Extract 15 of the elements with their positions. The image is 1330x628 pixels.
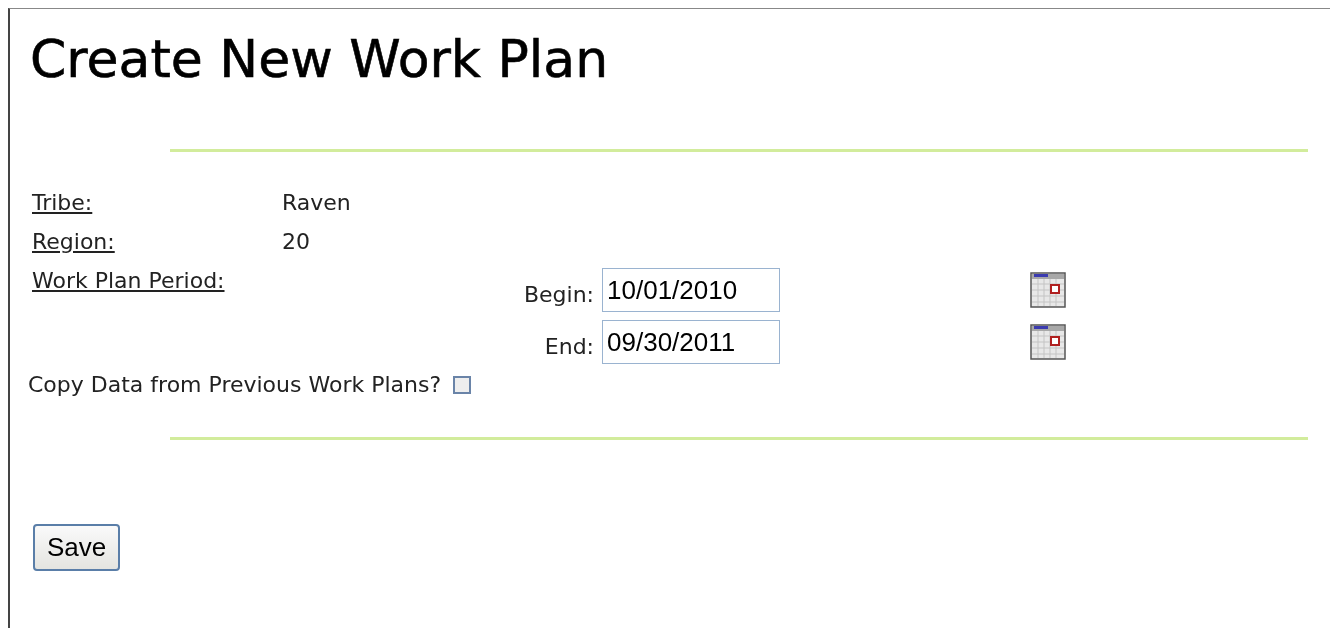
field-label: Work Plan Period: xyxy=(32,268,226,293)
copy-data-label: Copy Data from Previous Work Plans? xyxy=(28,372,442,397)
begin-label: Begin: xyxy=(523,280,595,307)
page-title: Create New Work Plan xyxy=(30,29,610,89)
field-label: Region: xyxy=(32,229,116,254)
field-label: Tribe: xyxy=(32,190,94,215)
calendar-icon[interactable] xyxy=(1030,324,1066,360)
end-date-field[interactable]: 09/30/2011 xyxy=(602,320,781,364)
save-button[interactable]: Save xyxy=(33,524,121,571)
copy-data-checkbox[interactable] xyxy=(453,375,472,394)
begin-date-field[interactable]: 10/01/2010 xyxy=(602,268,781,312)
field-value: Raven xyxy=(282,190,352,215)
calendar-icon[interactable] xyxy=(1030,272,1066,308)
end-label: End: xyxy=(544,332,595,359)
field-value: 20 xyxy=(282,229,311,254)
